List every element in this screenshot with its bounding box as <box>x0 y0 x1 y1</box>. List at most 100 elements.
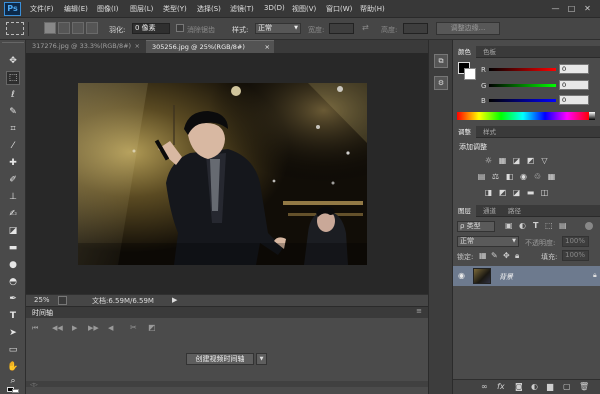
opacity-input[interactable]: 100% <box>562 236 589 247</box>
fill-input[interactable]: 100% <box>562 250 589 261</box>
photo-filter-icon[interactable]: ◉ <box>519 172 528 181</box>
lock-image-icon[interactable]: ✎ <box>491 251 498 260</box>
menu-file[interactable]: 文件(F) <box>30 4 54 14</box>
intersect-selection-icon[interactable] <box>86 22 98 34</box>
exposure-icon[interactable]: ◩ <box>526 156 535 165</box>
menu-image[interactable]: 图像(I) <box>97 4 119 14</box>
trash-icon[interactable]: 🗑︎ <box>579 382 589 391</box>
menu-view[interactable]: 视图(V) <box>292 4 316 14</box>
maximize-button[interactable]: □ <box>566 3 577 14</box>
new-layer-icon[interactable]: ▢ <box>563 382 571 391</box>
brightness-icon[interactable]: ☼ <box>484 156 493 165</box>
previous-frame-icon[interactable]: ◀◀ <box>52 324 63 332</box>
minimize-button[interactable]: — <box>550 3 561 14</box>
close-icon[interactable]: × <box>135 40 140 53</box>
tab-channels[interactable]: 通道 <box>478 205 501 217</box>
filter-type-icon[interactable]: T <box>533 221 538 230</box>
history-brush-tool-icon[interactable]: ✍ <box>6 207 20 221</box>
healing-brush-tool-icon[interactable]: ✚ <box>6 156 20 170</box>
color-spectrum-bar[interactable] <box>457 112 589 120</box>
filter-toggle[interactable] <box>585 222 593 230</box>
tab-color[interactable]: 颜色 <box>453 46 476 58</box>
lock-all-icon[interactable]: 🔒︎ <box>515 251 519 261</box>
layer-row-background[interactable]: ◉ 背景 🔒︎ <box>453 266 600 286</box>
filter-smart-object-icon[interactable]: ▤ <box>559 221 567 230</box>
swap-icon[interactable]: ⇄ <box>362 23 369 32</box>
eraser-tool-icon[interactable]: ◪ <box>6 224 20 238</box>
create-video-timeline-button[interactable]: 创建视频时间轴 <box>186 353 254 365</box>
menu-layer[interactable]: 图层(L) <box>130 4 153 14</box>
channel-mixer-icon[interactable]: ♲ <box>533 172 542 181</box>
adjustment-icon[interactable]: ◐ <box>531 382 538 391</box>
green-channel-value[interactable]: 0 <box>559 80 589 90</box>
zoom-level[interactable]: 25% <box>34 296 50 304</box>
subtract-selection-icon[interactable] <box>72 22 84 34</box>
brush-tool-icon[interactable]: ✐ <box>6 173 20 187</box>
eyedropper-tool-icon[interactable]: ⁄ <box>6 139 20 153</box>
vibrance-icon[interactable]: ▽ <box>540 156 549 165</box>
menu-filter[interactable]: 滤镜(T) <box>230 4 254 14</box>
filter-shape-icon[interactable]: ⬚ <box>545 221 553 230</box>
tab-paths[interactable]: 路径 <box>503 205 526 217</box>
feather-input[interactable]: 0 像素 <box>132 23 170 34</box>
transition-icon[interactable]: ◩ <box>148 323 156 332</box>
document-photo[interactable] <box>78 83 367 265</box>
marquee-tool-icon[interactable]: ⬚ <box>6 71 20 85</box>
red-channel-value[interactable]: 0 <box>559 64 589 74</box>
split-scissors-icon[interactable]: ✂ <box>130 323 137 332</box>
gradient-map-icon[interactable]: ◫ <box>540 188 549 197</box>
width-input[interactable] <box>329 23 354 34</box>
status-info-icon[interactable] <box>58 296 67 305</box>
mask-icon[interactable]: ◙ <box>515 382 523 391</box>
next-frame-icon[interactable]: ▶▶ <box>88 324 99 332</box>
folder-icon[interactable]: ▆ <box>547 382 553 391</box>
audio-icon[interactable]: ◀ <box>108 324 113 332</box>
refine-edge-button[interactable]: 调整边缘... <box>436 22 500 35</box>
fx-icon[interactable]: fx <box>497 382 505 391</box>
clone-stamp-tool-icon[interactable]: ⊥ <box>6 190 20 204</box>
pen-tool-icon[interactable]: ✒ <box>6 292 20 306</box>
lock-position-icon[interactable]: ✥ <box>503 251 510 260</box>
menu-window[interactable]: 窗口(W) <box>326 4 352 14</box>
tab-317276[interactable]: 317276.jpg @ 33.3%(RGB/8#) × <box>26 40 144 53</box>
blend-mode-select[interactable]: 正常 ▼ <box>457 236 519 247</box>
background-color-swatch[interactable] <box>12 389 19 393</box>
tab-adjustments[interactable]: 调整 <box>453 126 476 138</box>
green-channel-slider[interactable] <box>489 84 556 87</box>
lock-transparent-icon[interactable]: ▦ <box>479 251 487 260</box>
levels-icon[interactable]: ▦ <box>498 156 507 165</box>
timeline-scrollbar[interactable] <box>26 381 428 387</box>
tab-305256[interactable]: 305256.jpg @ 25%(RGB/8#) × <box>146 40 274 53</box>
new-selection-icon[interactable] <box>44 22 56 34</box>
visibility-eye-icon[interactable]: ◉ <box>458 271 465 280</box>
zoom-tool-icon[interactable]: ⌕ <box>6 374 20 388</box>
crop-tool-icon[interactable]: ⌗ <box>6 122 20 136</box>
curves-icon[interactable]: ◪ <box>512 156 521 165</box>
menu-select[interactable]: 选择(S) <box>197 4 221 14</box>
dodge-tool-icon[interactable]: ◓ <box>6 275 20 289</box>
properties-panel-icon[interactable]: ⚙ <box>434 76 448 90</box>
menu-3d[interactable]: 3D(D) <box>264 4 285 12</box>
tab-layers[interactable]: 图层 <box>453 205 476 217</box>
layer-filter-select[interactable]: ρ 类型 <box>457 221 495 232</box>
blur-tool-icon[interactable]: ● <box>6 258 20 272</box>
move-tool-icon[interactable]: ✥ <box>6 54 20 68</box>
height-input[interactable] <box>403 23 428 34</box>
selective-color-icon[interactable]: ▬ <box>526 188 535 197</box>
timeline-footer-icon[interactable]: ◁▷ <box>30 382 38 388</box>
rectangle-tool-icon[interactable]: ▭ <box>6 343 20 357</box>
blue-channel-slider[interactable] <box>489 99 556 102</box>
menu-edit[interactable]: 编辑(E) <box>64 4 88 14</box>
threshold-icon[interactable]: ◪ <box>512 188 521 197</box>
black-white-icon[interactable]: ◧ <box>505 172 514 181</box>
layer-name[interactable]: 背景 <box>499 272 513 282</box>
status-menu-arrow-icon[interactable]: ▶ <box>172 296 177 304</box>
path-selection-tool-icon[interactable]: ➤ <box>6 326 20 340</box>
play-icon[interactable]: ▶ <box>72 324 77 332</box>
menu-type[interactable]: 类型(Y) <box>163 4 187 14</box>
first-frame-icon[interactable]: ⏮ <box>32 324 38 333</box>
background-color-swatch[interactable] <box>464 68 476 80</box>
black-white-ramp[interactable] <box>589 112 595 120</box>
add-selection-icon[interactable] <box>58 22 70 34</box>
red-channel-slider[interactable] <box>489 68 556 71</box>
